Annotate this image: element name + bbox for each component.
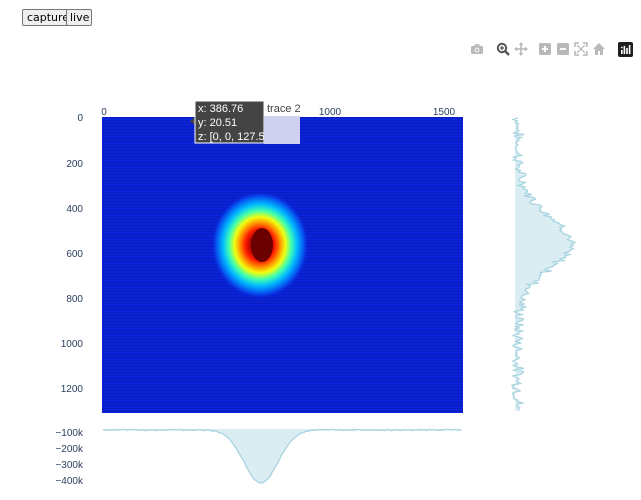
hover-trace-name: trace 2 xyxy=(267,103,301,115)
x-axis: 0 1000 1500 xyxy=(101,107,455,118)
bottom-tick-label: −100k xyxy=(55,428,84,439)
modebar xyxy=(470,42,640,58)
x-tick-label: 0 xyxy=(101,107,107,118)
heatmap-image[interactable] xyxy=(102,117,463,413)
autoscale-icon[interactable] xyxy=(574,42,588,56)
live-button[interactable]: live xyxy=(66,9,92,26)
bottom-profile-fill xyxy=(103,429,462,484)
beam-core xyxy=(251,228,273,262)
pan-icon[interactable] xyxy=(514,42,528,56)
plotly-logo-icon[interactable] xyxy=(618,42,633,57)
bottom-tick-label: −400k xyxy=(55,476,84,487)
plot-area: x: 386.76 y: 20.51 z: [0, 0, 127.5] trac… xyxy=(55,100,577,487)
y-tick-label: 600 xyxy=(66,249,83,260)
bottom-profile-axis: −100k −200k −300k −400k xyxy=(55,428,84,487)
hover-x-value: x: 386.76 xyxy=(198,103,243,115)
y-tick-label: 400 xyxy=(66,204,83,215)
y-tick-label: 800 xyxy=(66,294,83,305)
bottom-profile-plot[interactable] xyxy=(102,428,462,485)
zoom-out-icon[interactable] xyxy=(556,42,570,56)
y-tick-label: 200 xyxy=(66,159,83,170)
y-tick-label: 0 xyxy=(77,113,83,124)
bottom-tick-label: −300k xyxy=(55,460,84,471)
y-axis: 0 200 400 600 800 1000 1200 xyxy=(61,113,84,395)
home-icon[interactable] xyxy=(592,42,606,56)
camera-icon[interactable] xyxy=(470,42,484,56)
zoom-in-icon[interactable] xyxy=(538,42,552,56)
zoom-icon[interactable] xyxy=(496,42,510,56)
x-tick-label: 1500 xyxy=(433,107,456,118)
x-tick-label: 1000 xyxy=(319,107,342,118)
y-tick-label: 1000 xyxy=(61,339,84,350)
right-profile-plot[interactable] xyxy=(510,117,577,411)
y-tick-label: 1200 xyxy=(61,384,84,395)
bottom-tick-label: −200k xyxy=(55,444,84,455)
